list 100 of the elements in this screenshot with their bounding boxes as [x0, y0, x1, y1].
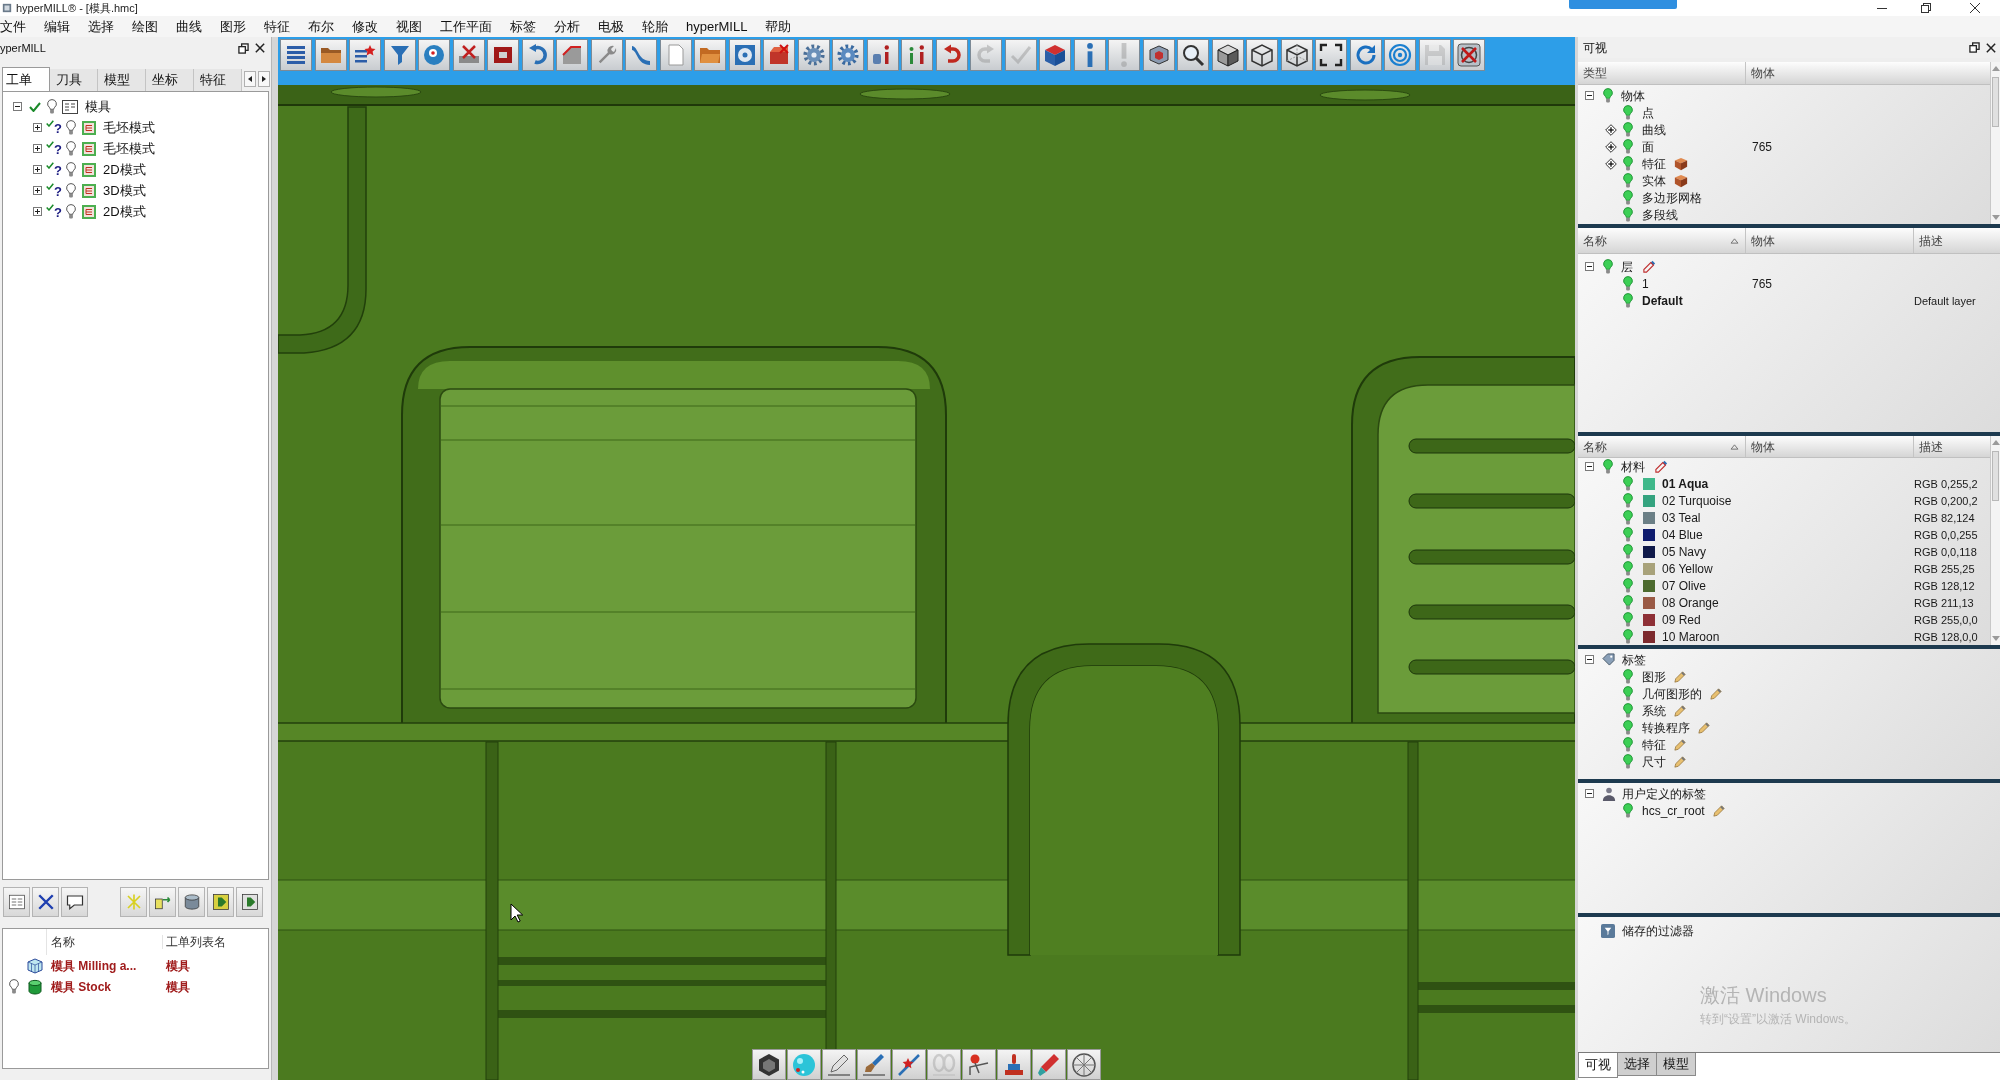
bulb-icon[interactable]	[1623, 803, 1633, 818]
menu-item[interactable]: 电极	[598, 18, 642, 35]
bulb-icon[interactable]	[1623, 720, 1633, 735]
scroll-up-icon[interactable]	[1991, 66, 2000, 71]
panel-tool-button[interactable]	[207, 887, 234, 917]
tree-item[interactable]: 06 Yellow	[1662, 561, 1713, 576]
menu-item[interactable]: 特征	[264, 18, 308, 35]
bulb-icon[interactable]	[1623, 276, 1633, 291]
check-icon[interactable]	[46, 141, 54, 148]
collapse-icon[interactable]	[1585, 462, 1594, 471]
tree-item[interactable]: 毛坯模式	[102, 140, 155, 157]
tree-item[interactable]: 储存的过滤器	[1622, 923, 1694, 938]
menu-item[interactable]: 布尔	[308, 18, 352, 35]
bulb-icon[interactable]	[1623, 595, 1633, 610]
tree-item[interactable]: 实体	[1642, 173, 1666, 188]
column-header[interactable]: 描述	[1914, 436, 1990, 457]
bulb-icon[interactable]	[65, 183, 76, 198]
expand-icon[interactable]	[1605, 123, 1617, 136]
tree-item[interactable]: 特征	[1642, 737, 1666, 752]
tree-item[interactable]: Default	[1642, 293, 1683, 308]
bulb-icon[interactable]	[1603, 88, 1613, 103]
panel-tab[interactable]: 工单	[2, 67, 50, 91]
bulb-icon[interactable]	[1623, 578, 1633, 593]
scroll-thumb[interactable]	[1992, 451, 1999, 501]
bulb-icon[interactable]	[1623, 173, 1633, 188]
tree-item[interactable]: 模具	[85, 98, 111, 115]
menu-item[interactable]: 标签	[510, 18, 554, 35]
scroll-down-icon[interactable]	[1991, 636, 2000, 641]
column-header[interactable]: 物体	[1746, 62, 1990, 84]
bulb-icon[interactable]	[1623, 629, 1633, 644]
bulb-icon[interactable]	[1623, 612, 1633, 627]
expand-icon[interactable]	[33, 207, 42, 216]
bulb-icon[interactable]	[1623, 207, 1633, 222]
bulb-icon[interactable]	[1603, 459, 1613, 474]
tree-item[interactable]: 标签	[1622, 652, 1646, 667]
check-icon[interactable]	[46, 162, 54, 169]
panel-tab[interactable]: 可视	[1578, 1053, 1618, 1078]
bulb-icon[interactable]	[1603, 259, 1613, 274]
column-header[interactable]: 名称	[1578, 436, 1746, 457]
bulb-icon[interactable]	[1623, 122, 1633, 137]
menu-item[interactable]: 图形	[220, 18, 264, 35]
bulb-icon[interactable]	[1623, 527, 1633, 542]
tree-item[interactable]: 3D模式	[102, 182, 146, 199]
bulb-icon[interactable]	[1623, 669, 1633, 684]
bulb-icon[interactable]	[1623, 686, 1633, 701]
pipette-icon[interactable]	[1643, 260, 1656, 273]
tab-scroll-right-button[interactable]	[258, 71, 270, 87]
tree-item[interactable]: 物体	[1621, 88, 1645, 103]
tree-item[interactable]: 图形	[1642, 669, 1666, 684]
bulb-icon[interactable]	[1623, 293, 1633, 308]
tree-item[interactable]: 08 Orange	[1662, 595, 1719, 610]
menu-item[interactable]: 绘图	[132, 18, 176, 35]
bulb-icon[interactable]	[1623, 139, 1633, 154]
pipette-icon[interactable]	[1655, 460, 1668, 473]
bulb-icon[interactable]	[1623, 510, 1633, 525]
menu-item[interactable]: hyperMILL	[686, 18, 766, 35]
panel-tab[interactable]: 坐标	[146, 69, 194, 91]
tree-item[interactable]: 02 Turquoise	[1662, 493, 1732, 508]
tree-item[interactable]: 尺寸	[1642, 754, 1666, 769]
panel-tab[interactable]: 特征	[194, 69, 242, 91]
bulb-icon[interactable]	[1623, 561, 1633, 576]
tree-item[interactable]: 曲线	[1642, 122, 1666, 137]
tree-item[interactable]: 面	[1642, 139, 1654, 154]
tree-item[interactable]: 多段线	[1642, 207, 1678, 222]
scrollbar[interactable]	[1990, 436, 2000, 645]
menu-item[interactable]: 编辑	[44, 18, 88, 35]
menu-item[interactable]: 曲线	[176, 18, 220, 35]
scrollbar[interactable]	[1990, 62, 2000, 224]
menu-item[interactable]: 文件	[0, 18, 44, 35]
dock-icon[interactable]	[1969, 42, 1980, 53]
tree-item[interactable]: 2D模式	[102, 203, 146, 220]
bulb-icon[interactable]	[65, 141, 76, 156]
panel-tab[interactable]: 刀具	[50, 69, 98, 91]
bulb-icon[interactable]	[1623, 737, 1633, 752]
expand-icon[interactable]	[33, 165, 42, 174]
close-icon[interactable]	[255, 43, 265, 53]
tree-item[interactable]: hcs_cr_root	[1642, 803, 1705, 818]
restore-icon[interactable]	[1921, 3, 1931, 13]
collapse-icon[interactable]	[1585, 655, 1594, 664]
bulb-icon[interactable]	[1623, 190, 1633, 205]
scroll-down-icon[interactable]	[1991, 215, 2000, 220]
check-icon[interactable]	[29, 101, 41, 112]
scroll-thumb[interactable]	[1992, 77, 1999, 127]
tree-item[interactable]: 转换程序	[1642, 720, 1690, 735]
menu-item[interactable]: 视图	[396, 18, 440, 35]
expand-icon[interactable]	[33, 144, 42, 153]
menu-item[interactable]: 修改	[352, 18, 396, 35]
tree-item[interactable]: 04 Blue	[1662, 527, 1703, 542]
bulb-icon[interactable]	[1623, 493, 1633, 508]
bulb-icon[interactable]	[1623, 105, 1633, 120]
tree-item[interactable]: 几何图形的	[1642, 686, 1702, 701]
collapse-icon[interactable]	[1585, 262, 1594, 271]
tree-item[interactable]: 特征	[1642, 156, 1666, 171]
close-icon[interactable]	[1970, 3, 1980, 13]
tree-item[interactable]: 10 Maroon	[1662, 629, 1720, 644]
tree-item[interactable]: 多边形网格	[1642, 190, 1702, 205]
menu-item[interactable]: 分析	[554, 18, 598, 35]
collapse-icon[interactable]	[13, 102, 22, 111]
minimize-icon[interactable]	[1877, 7, 1887, 9]
tab-scroll-left-button[interactable]	[244, 71, 256, 87]
